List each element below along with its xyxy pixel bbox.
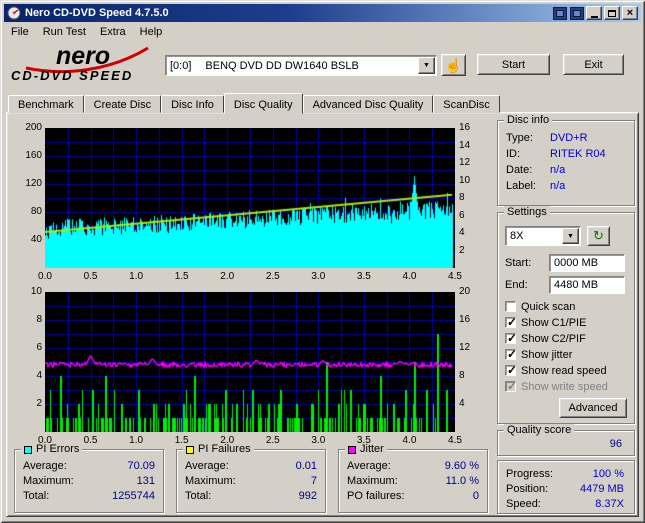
quality-score-legend: Quality score [504, 424, 575, 437]
speed-select[interactable]: 8X ▼ [505, 226, 581, 246]
checkbox-show-read-speed[interactable]: Show read speed [505, 363, 607, 377]
jitter-swatch [348, 445, 356, 454]
stat-row: Average: 70.09 [23, 459, 155, 472]
select-hand-button[interactable]: ☝ [441, 54, 466, 76]
progress-row: Position: 4479 MB [506, 482, 624, 495]
menu-bar: File Run Test Extra Help [4, 23, 641, 40]
settings-legend: Settings [504, 206, 550, 219]
checkbox-icon [505, 347, 517, 361]
stat-row: PO failures: 0 [347, 489, 479, 502]
quality-score-group: Quality score 96 [497, 424, 635, 456]
stat-row: Maximum: 11.0 % [347, 474, 479, 487]
jitter-stats-group: Jitter Average: 9.60 % Maximum: 11.0 % PO … [338, 443, 488, 513]
pi-failures-legend: PI Failures [198, 443, 251, 455]
close-icon: × [626, 7, 634, 19]
chevron-down-icon[interactable]: ▼ [418, 57, 435, 74]
checkbox-icon [505, 331, 517, 345]
checkbox-show-c2-pif[interactable]: Show C2/PIF [505, 331, 586, 345]
maximize-button[interactable] [604, 6, 620, 20]
chevron-down-icon[interactable]: ▼ [562, 228, 579, 244]
menu-run-test[interactable]: Run Test [36, 24, 93, 40]
end-position-label: End: [505, 279, 528, 291]
checkbox-show-write-speed: Show write speed [505, 379, 608, 393]
start-position-input[interactable] [549, 254, 625, 272]
jitter-legend: Jitter [360, 443, 384, 455]
speed-select-value: 8X [510, 230, 524, 242]
drive-select-value: [0:0] BENQ DVD DD DW1640 BSLB [166, 60, 417, 72]
close-button[interactable]: × [622, 6, 638, 20]
maximize-icon [608, 9, 616, 17]
titlebar-extra-icon-1[interactable] [553, 6, 567, 20]
stat-row: Total: 1255744 [23, 489, 155, 502]
drive-id: [0:0] [170, 59, 192, 72]
checkbox-icon [505, 363, 517, 377]
tab-disc-info[interactable]: Disc Info [161, 95, 224, 113]
tab-create-disc[interactable]: Create Disc [83, 95, 162, 113]
disc-info-row: Type: DVD+R [506, 132, 588, 144]
start-position-label: Start: [505, 257, 532, 269]
disc-info-row: ID: RITEK R04 [506, 148, 606, 160]
pi-errors-legend: PI Errors [36, 443, 80, 455]
menu-help[interactable]: Help [133, 24, 170, 40]
disc-info-legend: Disc info [504, 114, 553, 127]
nero-logo: nero CD-DVD SPEED [10, 41, 162, 83]
logo-product: CD-DVD SPEED [11, 68, 133, 83]
stat-row: Average: 0.01 [185, 459, 317, 472]
pi-errors-stats-group: PI Errors Average: 70.09 Maximum: 131 Tota… [14, 443, 164, 513]
progress-row: Speed: 8.37X [506, 497, 624, 510]
select-hand-icon: ☝ [444, 56, 463, 73]
progress-row: Progress: 100 % [506, 467, 624, 480]
end-position-input[interactable] [549, 276, 625, 294]
app-icon [7, 6, 21, 20]
titlebar-extra-icon-2[interactable] [570, 6, 584, 20]
progress-group: Progress: 100 % Position: 4479 MB Speed: 8.… [497, 460, 635, 514]
logo-brand: nero [56, 42, 110, 70]
stat-row: Maximum: 131 [23, 474, 155, 487]
disc-info-row: Label: n/a [506, 180, 566, 192]
tab-strip: Benchmark Create Disc Disc Info Disc Qua… [8, 92, 500, 114]
checkbox-show-jitter[interactable]: Show jitter [505, 347, 572, 361]
checkbox-icon [505, 301, 516, 312]
checkbox-show-c1-pie[interactable]: Show C1/PIE [505, 315, 586, 329]
menu-file[interactable]: File [4, 24, 36, 40]
pi-failures-chart-canvas [45, 292, 455, 432]
stat-row: Total: 992 [185, 489, 317, 502]
minimize-button[interactable] [586, 6, 602, 20]
checkbox-icon [505, 379, 517, 393]
quality-score-value: 96 [609, 438, 622, 450]
drive-select[interactable]: [0:0] BENQ DVD DD DW1640 BSLB ▼ [165, 55, 437, 76]
title-bar: Nero CD-DVD Speed 4.7.5.0 × [4, 4, 641, 22]
pi-errors-chart-canvas [45, 128, 455, 268]
tab-disc-quality[interactable]: Disc Quality [223, 93, 303, 114]
pi-failures-stats-group: PI Failures Average: 0.01 Maximum: 7 Total… [176, 443, 326, 513]
checkbox-quick-scan[interactable]: Quick scan [505, 300, 575, 313]
menu-extra[interactable]: Extra [93, 24, 133, 40]
app-window: Nero CD-DVD Speed 4.7.5.0 × File Run Tes… [0, 0, 645, 523]
disc-info-group: Disc info Type: DVD+R ID: RITEK R04 Date: n… [497, 114, 635, 206]
drive-name: BENQ DVD DD DW1640 BSLB [205, 59, 359, 72]
tab-advanced-disc-quality[interactable]: Advanced Disc Quality [302, 95, 434, 113]
stat-row: Average: 9.60 % [347, 459, 479, 472]
stat-row: Maximum: 7 [185, 474, 317, 487]
window-title: Nero CD-DVD Speed 4.7.5.0 [25, 7, 169, 19]
checkbox-icon [505, 315, 517, 329]
pi-failures-swatch [186, 445, 194, 454]
minimize-icon [590, 15, 598, 18]
tab-scandisc[interactable]: ScanDisc [433, 95, 500, 113]
tab-benchmark[interactable]: Benchmark [8, 95, 84, 113]
pi-errors-swatch [24, 445, 32, 454]
exit-button[interactable]: Exit [563, 54, 624, 75]
disc-info-row: Date: n/a [506, 164, 566, 176]
start-button[interactable]: Start [477, 54, 550, 75]
